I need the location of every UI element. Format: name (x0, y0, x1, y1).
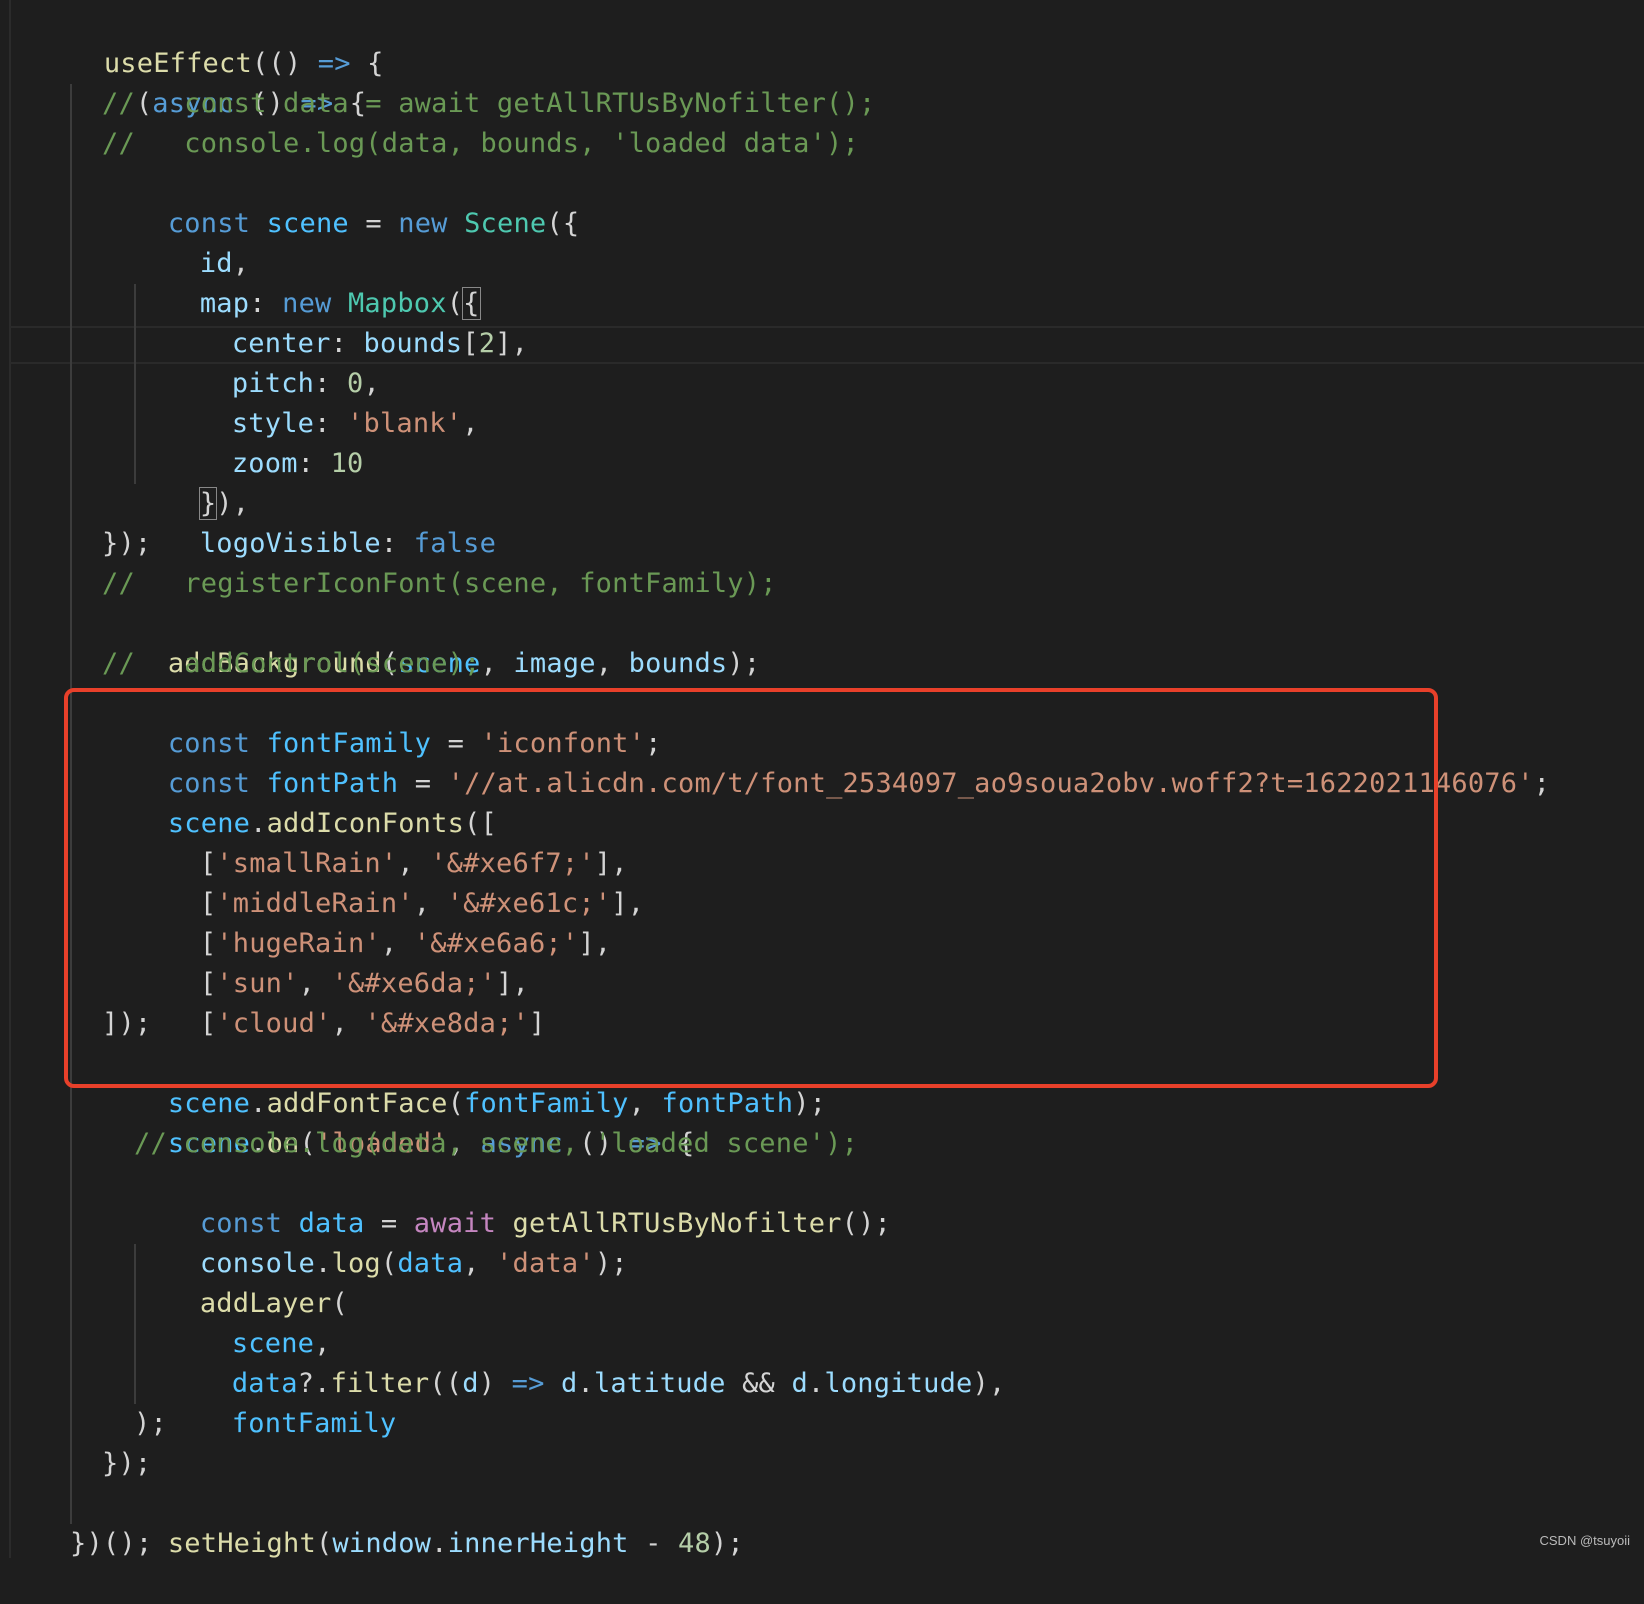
code-token: data (397, 1248, 464, 1279)
code-editor[interactable]: useEffect(() => { (async () => { // cons… (0, 0, 1644, 1559)
code-token: ( (315, 1528, 333, 1559)
code-token: [ (462, 328, 479, 359)
code-token: 2 (478, 328, 496, 359)
code-token: longitude (824, 1368, 973, 1399)
code-token: . (807, 1368, 825, 1399)
code-line: const scene = new Scene({ (102, 164, 579, 239)
code-token: (( (429, 1368, 463, 1399)
code-line: addLayer( (134, 1244, 348, 1319)
code-token: new (398, 208, 448, 239)
code-line: })(); (70, 1528, 153, 1559)
code-token: , (463, 1248, 497, 1279)
code-token: 48 (678, 1528, 711, 1559)
code-line: const data = await getAllRTUsByNofilter(… (134, 1164, 891, 1239)
code-line: }), (134, 444, 249, 520)
code-token: d (462, 1368, 479, 1399)
code-token: latitude (593, 1368, 726, 1399)
code-token: ) (478, 1368, 512, 1399)
code-line: center: bounds[2], (166, 284, 528, 359)
code-token: d (561, 1368, 578, 1399)
code-line: (async () => { (70, 44, 366, 119)
comment-line: // addControl(scene); (102, 648, 481, 679)
code-line: scene.on('loaded', async () => { (102, 1084, 695, 1159)
code-token: scene (266, 208, 349, 239)
code-token: 'blank' (347, 408, 463, 439)
code-token: , (595, 648, 629, 679)
code-line: }); (102, 1448, 152, 1479)
code-line: scene, (166, 1284, 331, 1359)
code-token: ), (972, 1368, 1006, 1399)
code-token: ({ (546, 208, 580, 239)
code-line: fontFamily (166, 1364, 396, 1439)
code-token: false (413, 528, 497, 559)
highlight-annotation-box (64, 688, 1438, 1088)
code-line: setHeight(window.innerHeight - 48); (102, 1484, 744, 1559)
code-token: ); (594, 1248, 628, 1279)
code-line: id, (134, 204, 249, 279)
code-line: addBackground(scene, image, bounds); (102, 604, 760, 679)
comment-line: // console.log(data, bounds, 'loaded dat… (102, 128, 859, 159)
code-line: pitch: 0, (166, 324, 380, 399)
code-token: - (628, 1528, 678, 1559)
code-token: fontFamily (231, 1408, 397, 1439)
code-line: style: 'blank', (166, 364, 479, 439)
code-line: ); (134, 1408, 167, 1439)
code-line: zoom: 10 (166, 404, 364, 479)
code-line: console.log(data, 'data'); (134, 1204, 628, 1279)
code-token: logoVisible (199, 528, 381, 559)
code-token: : (297, 448, 331, 479)
code-token: d (791, 1368, 808, 1399)
editor-left-border (9, 0, 11, 1558)
code-line: data?.filter((d) => d.latitude && d.long… (166, 1324, 1005, 1399)
code-token: ; (1533, 768, 1551, 799)
code-line: map: new Mapbox({ (134, 244, 481, 320)
comment-line: // console.log(data, scene, 'loaded scen… (134, 1128, 859, 1159)
code-token: ( (380, 1248, 398, 1279)
code-token: 'data' (496, 1248, 595, 1279)
code-token: window (332, 1528, 432, 1559)
code-line: useEffect(() => { (38, 4, 384, 79)
code-token: 10 (330, 448, 364, 479)
code-token: ); (710, 1528, 744, 1559)
code-token: => (511, 1368, 545, 1399)
code-token: Scene (464, 208, 547, 239)
code-token: , (480, 648, 514, 679)
code-token: , (462, 408, 479, 439)
code-token: ); (727, 648, 761, 679)
code-token: = (348, 208, 399, 239)
code-token: : (380, 528, 414, 559)
code-token: ], (495, 328, 529, 359)
code-token: ( (331, 1288, 348, 1319)
code-token: image (513, 648, 596, 679)
code-line: logoVisible: false (134, 484, 496, 559)
code-token: ); (793, 1088, 827, 1119)
code-token: setHeight (167, 1528, 316, 1559)
code-token: . (577, 1368, 594, 1399)
code-token: . (431, 1528, 448, 1559)
code-token: bounds (628, 648, 728, 679)
code-line: }); (102, 528, 152, 559)
code-token: innerHeight (447, 1528, 629, 1559)
code-token: && (725, 1368, 792, 1399)
comment-line: // registerIconFont(scene, fontFamily); (102, 568, 777, 599)
code-token: (); (841, 1208, 892, 1239)
watermark: CSDN @tsuyoii (1539, 1533, 1631, 1548)
comment-line: // const data = await getAllRTUsByNofilt… (102, 88, 876, 119)
